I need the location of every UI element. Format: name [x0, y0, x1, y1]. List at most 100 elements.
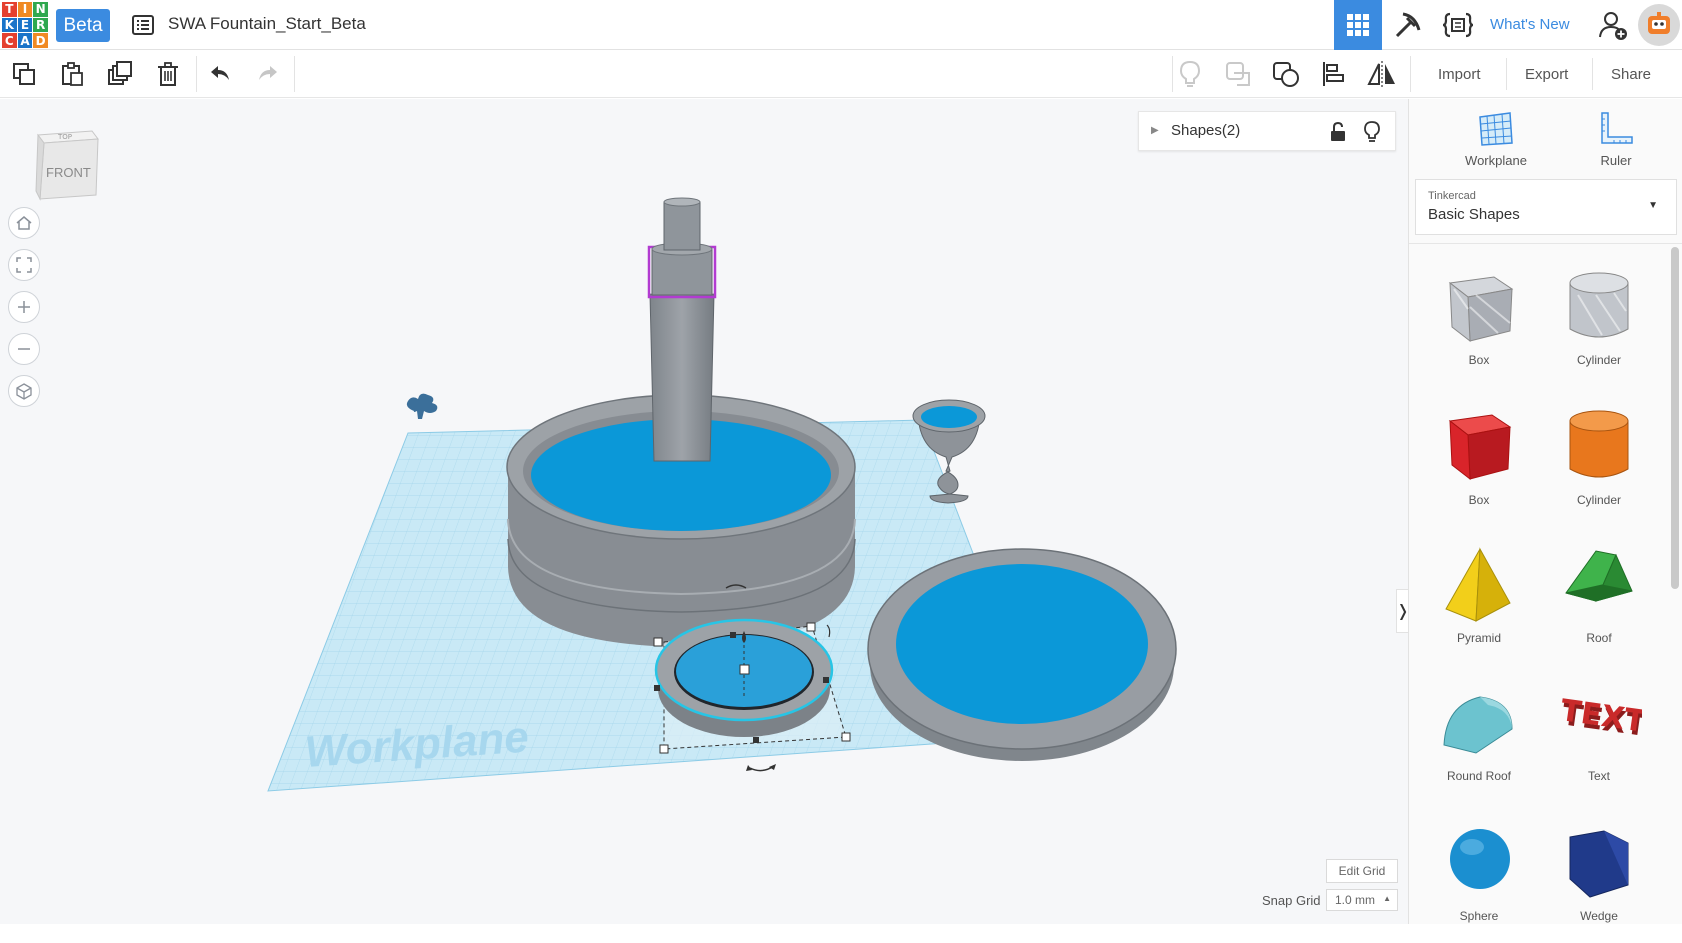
shapes-panel[interactable]: ▶ Shapes(2) [1138, 111, 1396, 151]
scene-canvas[interactable]: Workplane [0, 99, 1408, 924]
library-scrollbar[interactable] [1671, 247, 1679, 589]
panel-divider [1409, 243, 1682, 244]
pyramid-icon [1445, 547, 1511, 622]
paste-button[interactable] [54, 56, 90, 92]
shape-label: Box [1468, 493, 1490, 507]
snap-grid-select[interactable]: 1.0 mm ▲ [1326, 889, 1398, 911]
zoom-out-button[interactable] [8, 333, 40, 365]
codeblocks-button[interactable] [1434, 0, 1482, 50]
duplicate-icon [108, 61, 132, 85]
caret-down-icon: ▼ [1648, 200, 1658, 211]
shape-text[interactable]: TEXT TEXT Text [1549, 675, 1649, 803]
tinkercad-logo[interactable]: T I N K E R C A D [2, 2, 48, 48]
grid-icon [1347, 14, 1369, 36]
3d-viewport[interactable]: Workplane TOP FRONT ▶ Shapes(2) Edit Gri… [0, 99, 1408, 924]
top-bar: T I N K E R C A D Beta SWA Fountain_Star… [0, 0, 1682, 50]
share-button[interactable]: Share [1592, 58, 1669, 90]
shape-label: Pyramid [1456, 631, 1501, 645]
large-shallow-basin[interactable] [867, 548, 1177, 761]
shape-roof[interactable]: Roof [1549, 537, 1649, 665]
undo-button[interactable] [202, 56, 238, 92]
caret-up-icon: ▲ [1383, 894, 1391, 903]
ruler-tool-button[interactable]: Ruler [1561, 105, 1671, 169]
minecraft-build-button[interactable] [1384, 0, 1432, 50]
align-button[interactable] [1316, 56, 1352, 92]
paste-icon [62, 62, 83, 86]
beta-badge: Beta [56, 9, 110, 42]
view-cube[interactable]: TOP FRONT [34, 125, 100, 201]
shape-box-red[interactable]: Box [1429, 399, 1529, 527]
toolbar-divider [196, 56, 197, 92]
plus-icon [18, 301, 30, 313]
ruler-icon [1601, 112, 1633, 144]
design-list-icon[interactable] [130, 12, 156, 38]
minus-icon [18, 348, 30, 350]
robot-avatar-icon [1648, 12, 1670, 34]
shape-library-dropdown[interactable]: Tinkercad Basic Shapes ▼ [1415, 179, 1677, 235]
edit-grid-button[interactable]: Edit Grid [1326, 859, 1398, 883]
group-icon [1226, 62, 1250, 86]
tree-object[interactable] [406, 393, 438, 419]
caret-right-icon[interactable]: ▶ [1151, 125, 1159, 136]
delete-button[interactable] [150, 56, 186, 92]
fit-view-button[interactable] [8, 249, 40, 281]
collapse-panel-button[interactable]: ❭ [1396, 589, 1408, 633]
shape-round-roof[interactable]: Round Roof [1429, 675, 1529, 803]
logo-letter: C [2, 33, 17, 48]
group-button[interactable] [1220, 56, 1256, 92]
shape-label: Round Roof [1446, 769, 1512, 783]
ungroup-icon [1273, 62, 1299, 87]
export-button[interactable]: Export [1506, 58, 1586, 90]
design-title[interactable]: SWA Fountain_Start_Beta [168, 14, 366, 34]
roof-icon [1565, 550, 1633, 602]
3d-design-view-button[interactable] [1334, 0, 1382, 50]
codeblocks-icon [1442, 12, 1474, 38]
snap-grid-value: 1.0 mm [1335, 893, 1376, 907]
logo-letter: R [33, 17, 48, 33]
shape-cylinder-gray[interactable]: Cylinder [1549, 259, 1649, 387]
cylinder-icon [1569, 410, 1629, 478]
box-icon [1448, 414, 1512, 481]
home-view-button[interactable] [8, 207, 40, 239]
unlock-icon[interactable] [1329, 122, 1347, 142]
workplane-icon [1479, 112, 1513, 146]
show-all-button[interactable] [1172, 56, 1208, 92]
whats-new-link[interactable]: What's New [1490, 16, 1570, 33]
mirror-icon [1367, 61, 1395, 87]
logo-letter: T [2, 2, 17, 17]
cube-icon [16, 383, 32, 400]
mirror-button[interactable] [1364, 56, 1400, 92]
shape-cylinder-orange[interactable]: Cylinder [1549, 399, 1649, 527]
copy-button[interactable] [6, 56, 42, 92]
duplicate-button[interactable] [102, 56, 138, 92]
fountain-pillar[interactable] [647, 197, 717, 462]
ruler-tool-label: Ruler [1600, 153, 1632, 168]
shape-label: Roof [1586, 631, 1612, 645]
redo-button[interactable] [250, 56, 286, 92]
box-icon [1448, 276, 1514, 343]
shape-label: Cylinder [1576, 353, 1621, 367]
toolbar: Import Export Share [0, 50, 1682, 98]
pickaxe-icon [1395, 12, 1421, 38]
text-shape-icon: TEXT TEXT [1558, 693, 1642, 744]
add-user-button[interactable] [1590, 0, 1636, 50]
lightbulb-icon[interactable] [1363, 121, 1381, 143]
shapes-count-label: Shapes(2) [1171, 122, 1241, 139]
import-button[interactable]: Import [1420, 58, 1499, 90]
ungroup-button[interactable] [1268, 56, 1304, 92]
logo-letter: I [17, 2, 33, 17]
shape-box-gray[interactable]: Box [1429, 259, 1529, 387]
shape-label: Text [1587, 769, 1610, 783]
library-name: Basic Shapes [1428, 206, 1520, 223]
workplane-tool-button[interactable]: Workplane [1441, 105, 1551, 169]
toolbar-divider [294, 56, 295, 92]
logo-letter: N [33, 2, 48, 17]
perspective-button[interactable] [8, 375, 40, 407]
shape-label: Cylinder [1576, 493, 1621, 507]
shape-pyramid[interactable]: Pyramid [1429, 537, 1529, 665]
add-user-icon [1599, 12, 1627, 40]
zoom-in-button[interactable] [8, 291, 40, 323]
copy-icon [13, 63, 35, 85]
round-roof-icon [1443, 696, 1513, 754]
avatar[interactable] [1638, 4, 1680, 46]
